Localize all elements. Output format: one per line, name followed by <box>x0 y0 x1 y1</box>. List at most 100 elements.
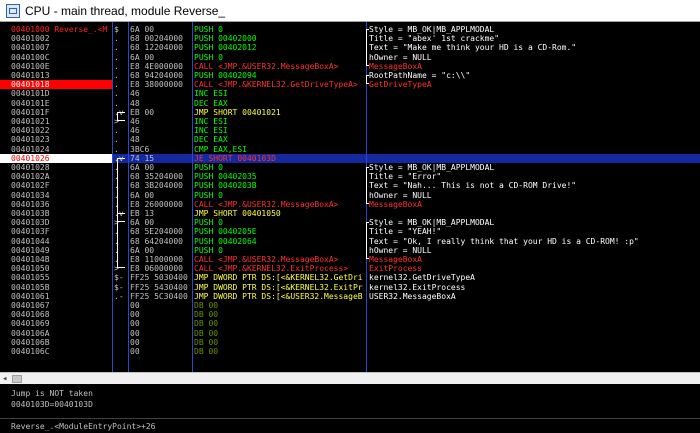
disasm-row[interactable]: 00401028. 6A 00 PUSH 0 Style = MB_OK|MB_APP… <box>0 163 700 172</box>
jump-arrow <box>117 213 125 269</box>
instruction-cell: CALL <JMP.&USER32.MessageBoxA> <box>194 199 339 209</box>
instruction-cell: DEC EAX <box>194 98 228 108</box>
comment-cell: Text = "Make me think your HD is a CD-Ro… <box>369 43 577 53</box>
hex-dump-cell: 6A 00 <box>130 163 155 172</box>
instruction-cell: PUSH 0040205E <box>194 227 257 237</box>
hex-dump-cell: 46 <box>130 117 140 126</box>
hex-dump-cell: E8 4E000000 <box>130 61 183 71</box>
disasm-row[interactable]: 0040103D >6A 00 PUSH 0 Style = MB_OK|MB_APP… <box>0 218 700 227</box>
address-cell: 0040106A <box>11 328 50 338</box>
address-cell: 0040106C <box>11 347 50 356</box>
disasm-row[interactable]: 00401068 00 DB 00 <box>0 310 700 319</box>
comment-cell: Style = MB_OK|MB_APPLMODAL <box>369 25 495 34</box>
disasm-row[interactable]: 0040101D. 46 INC ESI <box>0 89 700 98</box>
disasm-row[interactable]: 00401055 $- FF25 5030400 JMP DWORD PTR DS:[… <box>0 273 700 282</box>
instruction-cell: INC ESI <box>194 117 228 126</box>
disasm-row[interactable]: 0040105B $- FF25 5430400 JMP DWORD PTR DS:[… <box>0 283 700 292</box>
disasm-row[interactable]: 00401002. 68 00204000 PUSH 00402000 Title =… <box>0 34 700 43</box>
disasm-row[interactable]: 0040100E. E8 4E000000 CALL <JMP.&USER32.Me… <box>0 62 700 71</box>
instruction-cell: JMP SHORT 00401021 <box>194 107 281 117</box>
scroll-left-arrow-icon[interactable]: ◂ <box>2 375 10 384</box>
cpu-window-icon <box>6 3 20 18</box>
scrollbar-thumb[interactable] <box>12 375 22 383</box>
instruction-cell: DB 00 <box>194 301 219 310</box>
hex-dump-cell: 68 3B204000 <box>130 181 183 191</box>
disasm-row[interactable]: 0040101E. 48 DEC EAX <box>0 99 700 108</box>
disasm-row[interactable]: 0040104B. E8 11000000 CALL <JMP.&USER32.Me… <box>0 255 700 264</box>
disasm-row[interactable]: 00401000 Reverse_.<M $6A 00 PUSH 0 Style = … <box>0 25 700 34</box>
address-cell: 0040101D <box>11 89 50 99</box>
hex-dump-cell: 6A 00 <box>130 190 155 200</box>
comment-cell <box>369 329 700 338</box>
instruction-cell: JMP DWORD PTR DS:[<&KERNEL32.GetDri <box>194 273 363 283</box>
disasm-row[interactable]: 00401067 00 DB 00 <box>0 301 700 310</box>
disasm-row[interactable]: 00401050 > E8 06000000 CALL <JMP.&KERNEL32.… <box>0 264 700 273</box>
hex-dump-cell: 46 <box>130 126 140 136</box>
info-jump-status: Jump is NOT taken <box>11 389 93 398</box>
comment-cell: MessageBoxA <box>369 61 422 71</box>
disassembly-pane[interactable]: 00401000 Reverse_.<M $6A 00 PUSH 0 Style = … <box>0 22 700 372</box>
address-cell: 00401002 <box>11 34 50 44</box>
disasm-row[interactable]: 00401023. 48 DEC EAX <box>0 135 700 144</box>
hex-dump-cell: EB 00 <box>130 107 155 117</box>
instruction-cell: DB 00 <box>194 347 219 356</box>
instruction-cell: DEC EAX <box>194 135 228 145</box>
instruction-cell: PUSH 0 <box>194 218 223 228</box>
comment-cell: hOwner = NULL <box>369 245 432 255</box>
instruction-cell: PUSH 0 <box>194 25 223 34</box>
disasm-row[interactable]: 00401021 >46 INC ESI <box>0 117 700 126</box>
flow-marker <box>114 301 128 310</box>
disasm-row[interactable]: 00401061 .- FF25 5C30400 JMP DWORD PTR DS:[… <box>0 292 700 301</box>
address-cell: 0040102A <box>11 172 50 182</box>
address-cell: 00401050 <box>11 264 50 274</box>
address-cell: 00401055 <box>11 273 50 283</box>
hex-dump-cell: 48 <box>130 135 140 145</box>
disasm-row[interactable]: 0040106A 00 DB 00 <box>0 329 700 338</box>
horizontal-scrollbar[interactable]: ◂ <box>0 372 700 384</box>
address-cell: 0040101E <box>11 98 50 108</box>
hex-dump-cell: E8 11000000 <box>130 255 183 264</box>
disasm-row[interactable]: 00401024. 3BC6 CMP EAX,ESI <box>0 145 700 154</box>
flow-marker: . <box>114 98 119 108</box>
disasm-row[interactable]: 0040103F. 68 5E204000 PUSH 0040205E Title =… <box>0 227 700 236</box>
address-cell: 00401061 <box>11 291 50 301</box>
hex-dump-cell: 46 <box>130 89 140 99</box>
disasm-row[interactable]: 0040106B 00 DB 00 <box>0 338 700 347</box>
disasm-row[interactable]: 00401022. 46 INC ESI <box>0 126 700 135</box>
disasm-row[interactable]: 0040101F .v EB 00 JMP SHORT 00401021 <box>0 108 700 117</box>
hex-dump-cell: 00 <box>130 328 140 338</box>
comment-cell <box>369 117 700 126</box>
hex-dump-cell: 00 <box>130 319 140 329</box>
disasm-row[interactable]: 0040102F. 68 3B204000 PUSH 0040203B Text = … <box>0 181 700 190</box>
disasm-row[interactable]: 00401007. 68 12204000 PUSH 00402012 Text = … <box>0 43 700 52</box>
comment-cell <box>369 145 700 154</box>
disasm-row[interactable]: 0040106C 00 DB 00 <box>0 347 700 356</box>
comment-cell <box>369 89 700 98</box>
comment-cell <box>369 154 700 163</box>
flow-marker: . <box>114 43 119 53</box>
hex-dump-cell: 68 35204000 <box>130 172 183 182</box>
comment-cell: Title = "Error" <box>369 172 442 182</box>
instruction-cell: JMP DWORD PTR DS:[<&KERNEL32.ExitPr <box>194 282 363 292</box>
disasm-row[interactable]: 0040100C. 6A 00 PUSH 0 hOwner = NULL <box>0 53 700 62</box>
disasm-row[interactable]: 00401018. E8 38000000 CALL <JMP.&KERNEL32.… <box>0 80 700 90</box>
hex-dump-cell: 00 <box>130 347 140 356</box>
hex-dump-cell: 6A 00 <box>130 245 155 255</box>
disasm-row[interactable]: 00401049. 6A 00 PUSH 0 hOwner = NULL <box>0 246 700 255</box>
disasm-row[interactable]: 0040102A. 68 35204000 PUSH 00402035 Title =… <box>0 172 700 181</box>
instruction-cell: PUSH 0 <box>194 190 223 200</box>
comment-cell <box>369 108 700 117</box>
status-location: Reverse_.<ModuleEntryPoint>+26 <box>0 418 700 433</box>
disasm-row[interactable]: 00401044. 68 64204000 PUSH 00402064 Text = … <box>0 237 700 246</box>
disasm-row[interactable]: 00401026 .v 74 15 JE SHORT 0040103D <box>0 153 700 163</box>
instruction-cell: INC ESI <box>194 89 228 99</box>
address-cell: 0040103F <box>11 227 50 237</box>
disasm-row[interactable]: 00401069 00 DB 00 <box>0 319 700 328</box>
address-cell: 00401044 <box>11 236 50 246</box>
disasm-row[interactable]: 00401034. 6A 00 PUSH 0 hOwner = NULL <box>0 191 700 200</box>
disasm-row[interactable]: 0040103B .v EB 13 JMP SHORT 00401050 <box>0 209 700 218</box>
disasm-row[interactable]: 00401036. E8 26000000 CALL <JMP.&USER32.Me… <box>0 200 700 209</box>
disasm-row[interactable]: 00401013. 68 94204000 PUSH 00402094 RootPat… <box>0 71 700 80</box>
instruction-cell: JMP SHORT 00401050 <box>194 209 281 218</box>
flow-marker <box>114 310 128 319</box>
